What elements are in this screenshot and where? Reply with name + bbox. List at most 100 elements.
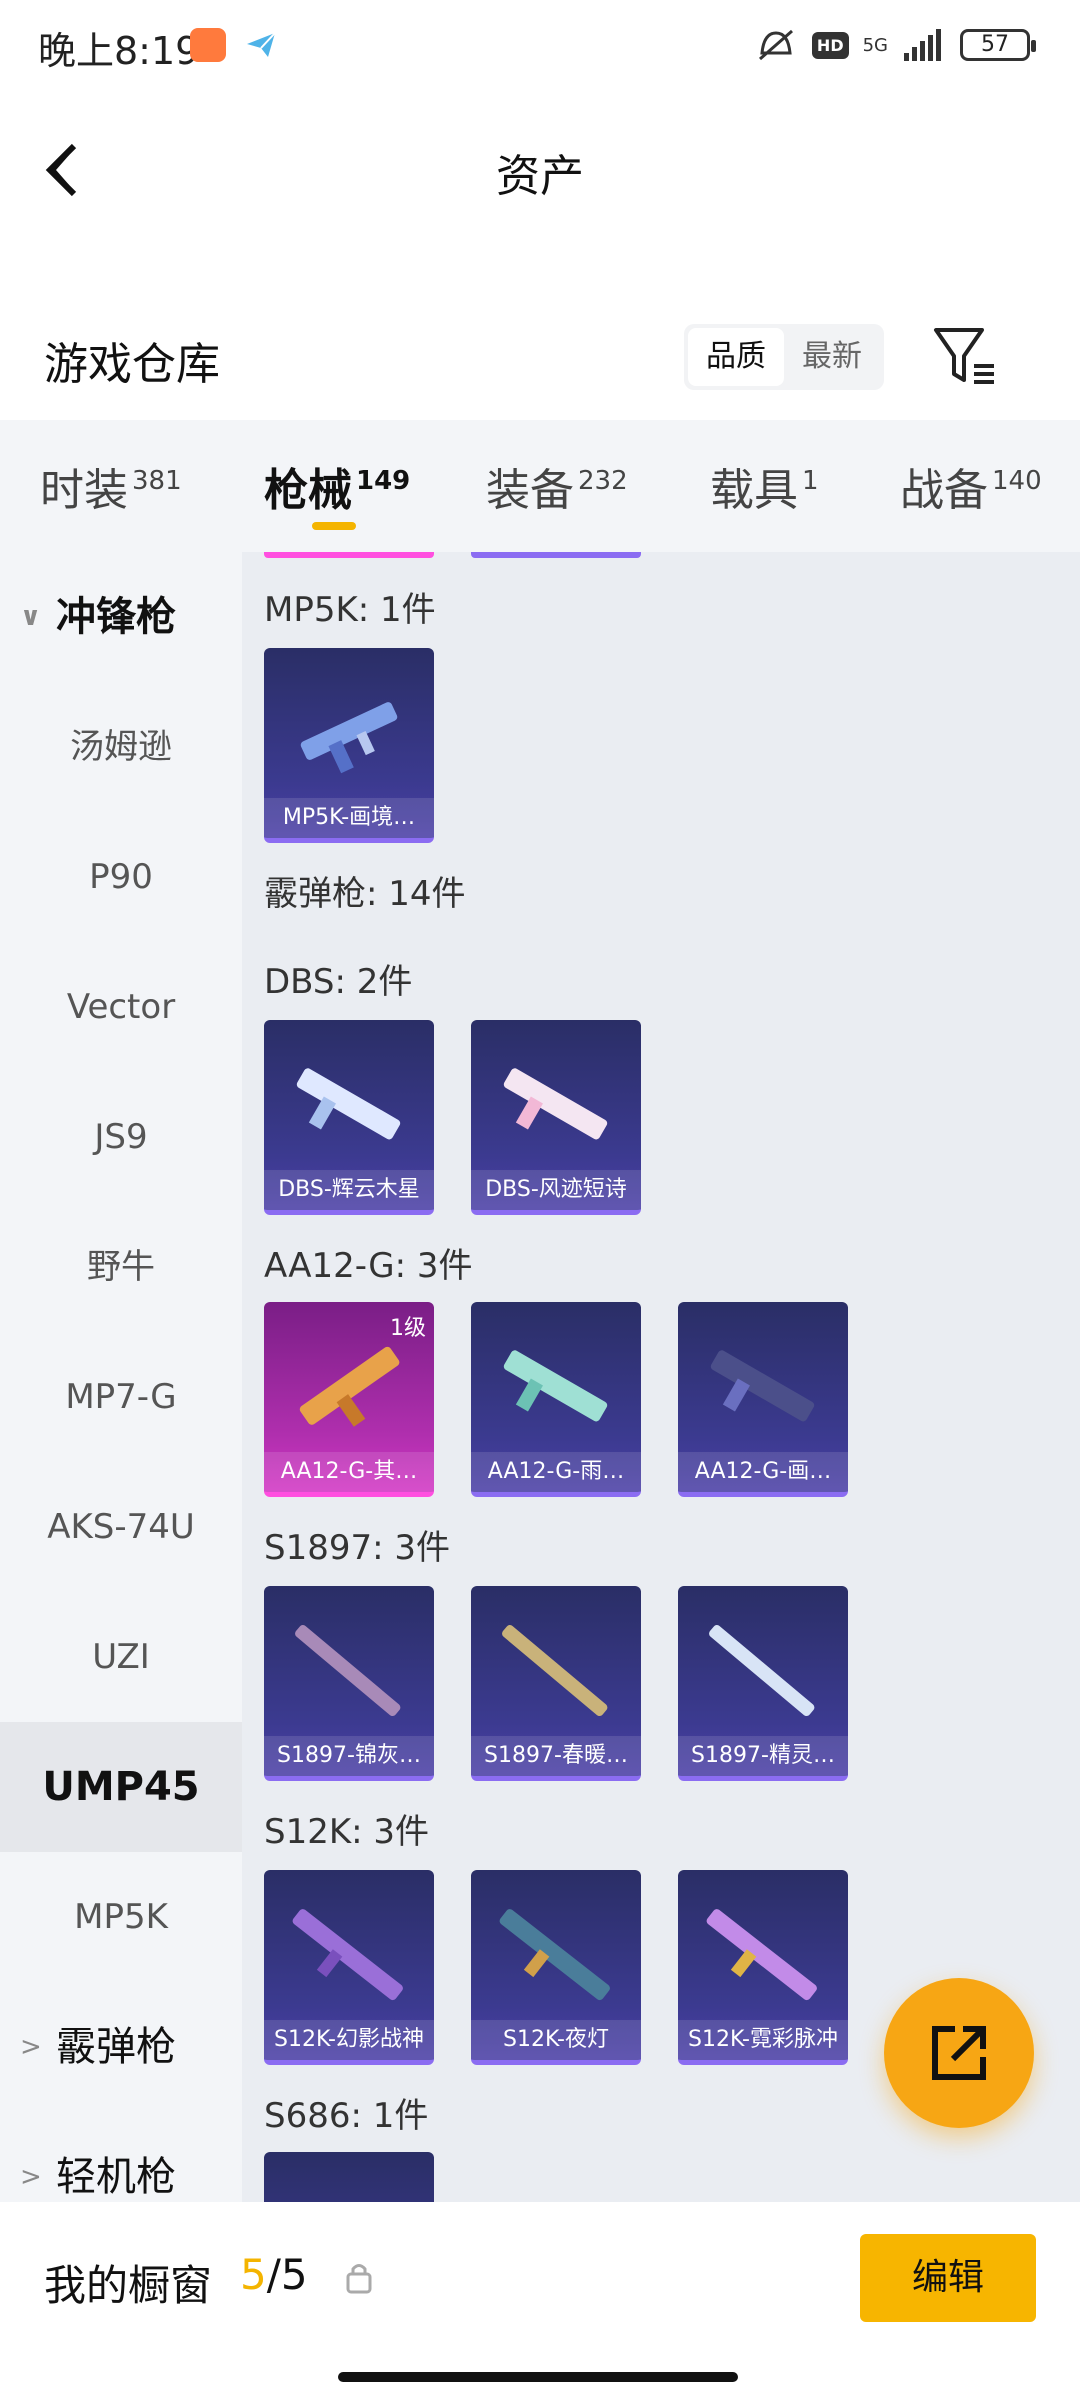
weapon-sidebar: ∨ 冲锋枪 汤姆逊 P90 Vector JS9 野牛 MP7-G AKS-74U… <box>0 552 242 2202</box>
weapon-card[interactable] <box>264 2152 434 2202</box>
weapon-grid: MP5K: 1件 MP5K-画境… 霰弹枪: 14件 DBS: 2件 DBS-辉… <box>242 552 1080 2202</box>
hd-badge: HD <box>811 31 849 59</box>
tab-count: 149 <box>356 466 411 496</box>
status-time: 晚上8:19 <box>38 29 200 73</box>
sidebar-item-p90[interactable]: P90 <box>0 812 242 942</box>
weapon-card[interactable]: S1897-锦灰… <box>264 1586 434 1781</box>
status-bar: 晚上8:19 HD 5G 57 <box>0 0 1080 90</box>
tab-vehicles[interactable]: 载具 1 <box>710 454 819 518</box>
tab-equipment[interactable]: 装备 232 <box>486 454 628 518</box>
weapon-name: S1897-春暖… <box>471 1736 641 1776</box>
sidebar-group-label: 轻机枪 <box>56 2154 176 2200</box>
weapon-icon <box>292 1909 403 2001</box>
weapon-name: S12K-幻影战神 <box>264 2020 434 2060</box>
sidebar-item-ump45[interactable]: UMP45 <box>0 1722 242 1852</box>
sidebar-item-mp5k[interactable]: MP5K <box>0 1852 242 1982</box>
signal-icon <box>904 29 941 61</box>
showcase-label: 我的橱窗 <box>44 2261 213 2310</box>
weapon-card[interactable]: S1897-精灵… <box>678 1586 848 1781</box>
weapon-icon <box>299 1346 400 1427</box>
app-notification-icon <box>190 28 226 62</box>
weapon-icon <box>709 1625 815 1717</box>
weapon-name: MP5K-画境… <box>264 798 434 838</box>
weapon-card[interactable]: MP5K-画境… <box>264 648 434 843</box>
weapon-icon <box>502 1625 608 1717</box>
group-label: 霰弹枪: 14件 <box>264 874 466 914</box>
weapon-card[interactable]: S12K-霓彩脉冲 <box>678 1870 848 2065</box>
tab-count: 140 <box>992 466 1042 496</box>
page-title: 资产 <box>496 151 584 202</box>
network-label: 5G <box>862 34 888 56</box>
warehouse-header: 游戏仓库 品质 最新 <box>0 310 1080 410</box>
weapon-icon <box>499 1909 610 2001</box>
chevron-right-icon: > <box>20 2032 42 2062</box>
weapon-card[interactable]: S12K-幻影战神 <box>264 1870 434 2065</box>
sidebar-item-mp7g[interactable]: MP7-G <box>0 1332 242 1462</box>
sort-newest-button[interactable]: 最新 <box>784 328 880 386</box>
home-indicator <box>338 2372 738 2382</box>
tab-count: 1 <box>802 466 819 496</box>
edit-button[interactable]: 编辑 <box>860 2234 1036 2322</box>
weapon-name: DBS-辉云木星 <box>264 1170 434 1210</box>
weapon-icon <box>296 1068 401 1140</box>
weapon-icon <box>503 1068 608 1140</box>
tab-count: 381 <box>132 466 182 496</box>
sidebar-group-lmg[interactable]: > 轻机枪 <box>0 2112 242 2202</box>
group-label: S12K: 3件 <box>264 1812 430 1852</box>
card-stub <box>471 552 641 558</box>
warehouse-title: 游戏仓库 <box>44 339 220 390</box>
sidebar-group-label: 霰弹枪 <box>56 2024 176 2070</box>
active-tab-indicator <box>312 522 356 530</box>
sidebar-item-aks74u[interactable]: AKS-74U <box>0 1462 242 1592</box>
sidebar-item-vector[interactable]: Vector <box>0 942 242 1072</box>
sidebar-item-bizon[interactable]: 野牛 <box>0 1202 242 1332</box>
chevron-right-icon: > <box>20 2162 42 2192</box>
showcase-bar: 我的橱窗 5/5 编辑 <box>0 2202 1080 2400</box>
tab-fashion[interactable]: 时装 381 <box>40 454 182 518</box>
sidebar-group-smg[interactable]: ∨ 冲锋枪 <box>0 552 242 682</box>
sidebar-item-thompson[interactable]: 汤姆逊 <box>0 682 242 812</box>
weapon-icon <box>300 702 398 774</box>
sidebar-group-label: 冲锋枪 <box>56 594 176 640</box>
showcase-count: 5/5 <box>240 2250 308 2299</box>
tab-supplies[interactable]: 战备 140 <box>900 454 1042 518</box>
weapon-name: AA12-G-雨… <box>471 1452 641 1492</box>
mute-icon <box>758 29 793 61</box>
filter-icon[interactable] <box>930 322 1000 392</box>
tab-label: 时装 <box>40 465 128 516</box>
weapon-name: AA12-G-其… <box>264 1452 434 1492</box>
showcase-current: 5 <box>240 2250 267 2299</box>
sort-toggle: 品质 最新 <box>684 324 884 390</box>
sidebar-group-shotgun[interactable]: > 霰弹枪 <box>0 1982 242 2112</box>
card-stub <box>264 552 434 558</box>
weapon-name: S1897-锦灰… <box>264 1736 434 1776</box>
tab-firearms[interactable]: 枪械 149 <box>264 454 410 518</box>
group-label: MP5K: 1件 <box>264 590 436 630</box>
weapon-card[interactable]: DBS-辉云木星 <box>264 1020 434 1215</box>
weapon-name: S1897-精灵… <box>678 1736 848 1776</box>
category-tabs: 时装 381 枪械 149 装备 232 载具 1 战备 140 <box>0 420 1080 552</box>
paper-plane-icon <box>247 32 276 57</box>
weapon-card[interactable]: S1897-春暖… <box>471 1586 641 1781</box>
weapon-card[interactable]: AA12-G-画… <box>678 1302 848 1497</box>
weapon-icon <box>706 1909 817 2001</box>
weapon-name: DBS-风迹短诗 <box>471 1170 641 1210</box>
weapon-icon <box>503 1350 608 1422</box>
lock-icon <box>346 2264 372 2294</box>
group-label: S686: 1件 <box>264 2096 429 2136</box>
chevron-down-icon: ∨ <box>20 602 42 632</box>
sidebar-item-uzi[interactable]: UZI <box>0 1592 242 1722</box>
weapon-icon <box>295 1625 401 1717</box>
share-button[interactable] <box>884 1978 1034 2128</box>
group-label: DBS: 2件 <box>264 962 413 1002</box>
weapon-card[interactable]: AA12-G-雨… <box>471 1302 641 1497</box>
weapon-card[interactable]: S12K-夜灯 <box>471 1870 641 2065</box>
tab-label: 枪械 <box>264 465 352 516</box>
weapon-card[interactable]: 1级 AA12-G-其… <box>264 1302 434 1497</box>
weapon-card[interactable]: DBS-风迹短诗 <box>471 1020 641 1215</box>
weapon-name: AA12-G-画… <box>678 1452 848 1492</box>
sort-quality-button[interactable]: 品质 <box>688 328 784 386</box>
tab-label: 载具 <box>710 465 798 516</box>
tab-count: 232 <box>578 466 628 496</box>
sidebar-item-js9[interactable]: JS9 <box>0 1072 242 1202</box>
